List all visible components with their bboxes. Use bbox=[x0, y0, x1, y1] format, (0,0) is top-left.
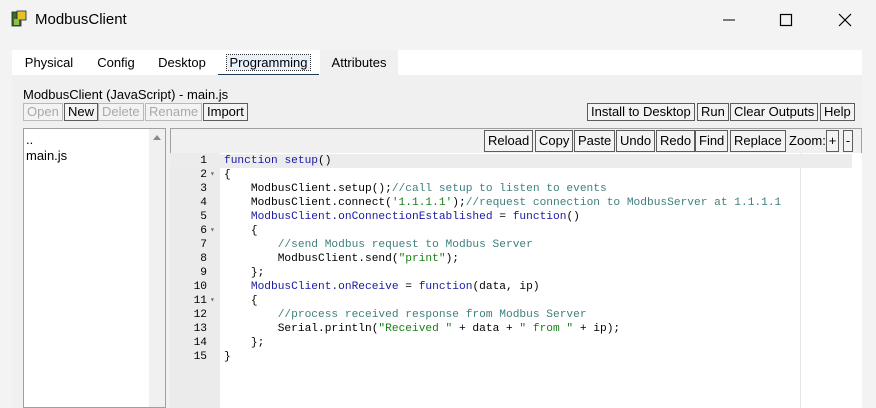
line-number: 14 bbox=[193, 337, 207, 349]
code-line[interactable]: 1 function setup() bbox=[170, 154, 852, 168]
code-text: //process received response from Modbus … bbox=[277, 309, 587, 321]
zoom-out-button[interactable]: - bbox=[843, 130, 853, 152]
code-text: { bbox=[224, 295, 258, 307]
clear-outputs-button[interactable]: Clear Outputs bbox=[730, 103, 819, 121]
code-text: { bbox=[224, 225, 258, 237]
line-number: 13 bbox=[193, 323, 207, 335]
import-button[interactable]: Import bbox=[203, 103, 248, 121]
tab-programming[interactable]: Programming bbox=[218, 50, 319, 77]
fold-arrow-icon[interactable]: ▾ bbox=[210, 294, 215, 308]
code-text: Serial.println("Received " + data + " fr… bbox=[224, 323, 621, 335]
code-line[interactable]: 2 ▾ { bbox=[170, 168, 852, 182]
zoom-in-button[interactable]: + bbox=[826, 130, 839, 152]
code-text: ModbusClient.send("print"); bbox=[224, 253, 459, 265]
open-button[interactable]: Open bbox=[23, 103, 63, 121]
line-number: 10 bbox=[193, 281, 207, 293]
rename-button[interactable]: Rename bbox=[145, 103, 203, 121]
code-text: }; bbox=[224, 267, 265, 279]
code-line[interactable]: 3 ModbusClient.setup();//call setup to l… bbox=[170, 182, 852, 196]
file-list-scrollbar[interactable] bbox=[149, 129, 165, 407]
file-item-main-js[interactable]: main.js bbox=[26, 148, 67, 163]
minimize-icon bbox=[723, 19, 735, 21]
close-button[interactable] bbox=[816, 0, 874, 40]
scroll-up-icon[interactable] bbox=[153, 135, 161, 140]
line-number: 7 bbox=[200, 239, 207, 251]
line-number: 2 bbox=[200, 169, 207, 181]
code-text: } bbox=[224, 351, 231, 363]
app-icon bbox=[11, 10, 27, 27]
line-number: 4 bbox=[200, 197, 207, 209]
tab-desktop[interactable]: Desktop bbox=[146, 50, 218, 75]
code-line[interactable]: 12 //process received response from Modb… bbox=[170, 308, 852, 322]
file-list[interactable]: .. main.js bbox=[23, 128, 166, 408]
code-line[interactable]: 8 ModbusClient.send("print"); bbox=[170, 252, 852, 266]
install-to-desktop-button[interactable]: Install to Desktop bbox=[587, 103, 695, 121]
find-button[interactable]: Find bbox=[695, 130, 729, 152]
copy-button[interactable]: Copy bbox=[535, 130, 574, 152]
tab-label: Desktop bbox=[158, 55, 206, 70]
replace-button[interactable]: Replace bbox=[730, 130, 786, 152]
line-number: 1 bbox=[200, 155, 207, 167]
paste-button[interactable]: Paste bbox=[574, 130, 616, 152]
tab-label: Attributes bbox=[331, 55, 387, 70]
fold-arrow-icon[interactable]: ▾ bbox=[210, 224, 215, 238]
maximize-button[interactable] bbox=[757, 0, 815, 40]
help-button[interactable]: Help bbox=[820, 103, 855, 121]
tab-physical[interactable]: Physical bbox=[12, 50, 86, 75]
zoom-label: Zoom: bbox=[789, 133, 826, 148]
line-number: 5 bbox=[200, 211, 207, 223]
redo-button[interactable]: Redo bbox=[656, 130, 696, 152]
file-item-parent[interactable]: .. bbox=[26, 132, 33, 147]
code-line[interactable]: 11 ▾ { bbox=[170, 294, 852, 308]
maximize-icon bbox=[779, 13, 793, 27]
line-number: 11 bbox=[193, 295, 207, 307]
code-line[interactable]: 9 }; bbox=[170, 266, 852, 280]
code-line[interactable]: 10 ModbusClient.onReceive = function(dat… bbox=[170, 280, 852, 294]
project-title: ModbusClient (JavaScript) - main.js bbox=[23, 87, 229, 102]
run-button[interactable]: Run bbox=[697, 103, 729, 121]
tab-label: Physical bbox=[24, 55, 74, 70]
code-line[interactable]: 13 Serial.println("Received " + data + "… bbox=[170, 322, 852, 336]
tab-config[interactable]: Config bbox=[86, 50, 146, 75]
tab-strip: Physical Config Desktop Programming Attr… bbox=[12, 50, 862, 77]
window-title: ModbusClient bbox=[35, 11, 127, 28]
code-text: ModbusClient.setup();//call setup to lis… bbox=[224, 183, 607, 195]
line-number: 12 bbox=[193, 309, 207, 321]
code-line[interactable]: 14 }; bbox=[170, 336, 852, 350]
title-bar: ModbusClient bbox=[0, 0, 876, 40]
tab-label: Programming bbox=[226, 54, 311, 71]
code-text: ModbusClient.onConnectionEstablished = f… bbox=[250, 211, 580, 223]
code-text: //send Modbus request to Modbus Server bbox=[277, 239, 533, 251]
code-line[interactable]: 6 ▾ { bbox=[170, 224, 852, 238]
code-text: ModbusClient.onReceive = function(data, … bbox=[250, 281, 540, 293]
line-number: 6 bbox=[200, 225, 207, 237]
code-text: function setup() bbox=[224, 155, 332, 167]
tab-label: Config bbox=[97, 55, 135, 70]
reload-button[interactable]: Reload bbox=[484, 130, 534, 152]
undo-button[interactable]: Undo bbox=[616, 130, 656, 152]
code-editor[interactable]: 1 function setup() 2 ▾{3 ModbusClient.setup… bbox=[170, 153, 862, 408]
fold-arrow-icon[interactable]: ▾ bbox=[210, 168, 215, 182]
line-number: 8 bbox=[200, 253, 207, 265]
code-text: { bbox=[224, 169, 231, 181]
code-line[interactable]: 15} bbox=[170, 350, 852, 364]
line-number: 15 bbox=[193, 351, 207, 363]
minimize-button[interactable] bbox=[700, 0, 758, 40]
delete-button[interactable]: Delete bbox=[98, 103, 144, 121]
code-line[interactable]: 4 ModbusClient.connect('1.1.1.1');//requ… bbox=[170, 196, 852, 210]
code-line[interactable]: 5 ModbusClient.onConnectionEstablished =… bbox=[170, 210, 852, 224]
line-number: 9 bbox=[200, 267, 207, 279]
code-text: }; bbox=[224, 337, 265, 349]
new-button[interactable]: New bbox=[64, 103, 99, 121]
line-number: 3 bbox=[200, 183, 207, 195]
code-text: ModbusClient.connect('1.1.1.1');//reques… bbox=[224, 197, 782, 209]
code-line[interactable]: 7 //send Modbus request to Modbus Server bbox=[170, 238, 852, 252]
tab-attributes[interactable]: Attributes bbox=[320, 50, 398, 75]
close-icon bbox=[838, 13, 852, 27]
